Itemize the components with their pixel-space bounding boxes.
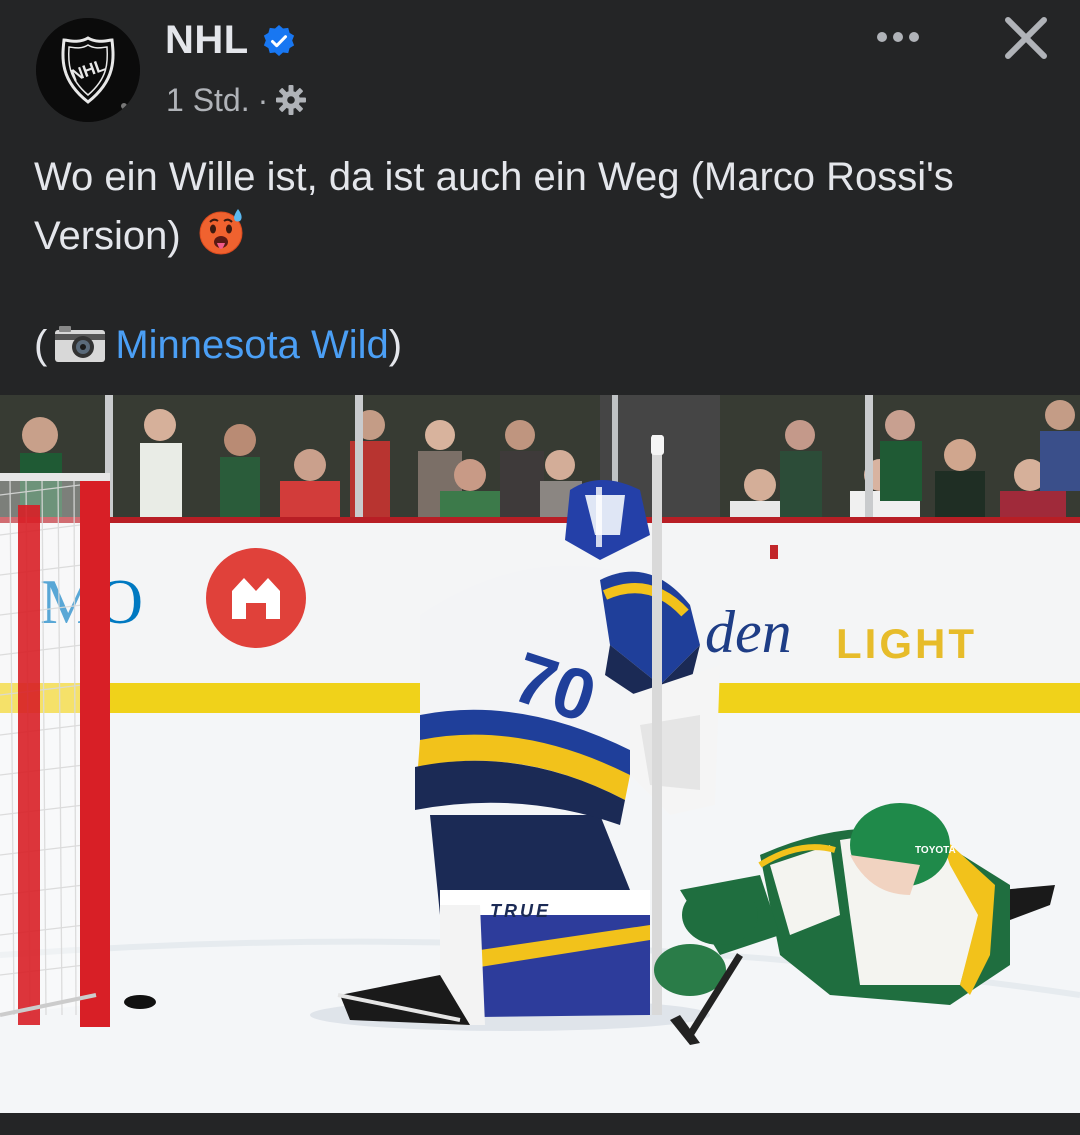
gear-icon [276, 85, 307, 115]
crowd [0, 395, 1080, 525]
caption-open: ( [34, 323, 48, 367]
more-dots-icon[interactable] [866, 20, 930, 54]
page-name[interactable]: NHL [165, 18, 249, 63]
caption-close: ) [388, 323, 403, 367]
minnesota-wild-link[interactable]: Minnesota Wild [115, 323, 388, 367]
board-right-text: den [705, 599, 792, 665]
camera-icon [55, 326, 106, 362]
hot-face-emoji-icon [199, 209, 243, 255]
post-meta: 1 Std. · [166, 80, 308, 120]
meta-separator: · [257, 81, 269, 118]
post-time[interactable]: 1 Std. [166, 82, 250, 119]
goal-net [0, 473, 110, 1027]
hockey-photo: MO den LIGHT [0, 395, 1080, 1113]
post-header: NHL NHL 1 Std. · [0, 0, 1080, 140]
puck [124, 995, 156, 1009]
close-icon[interactable] [998, 10, 1054, 66]
helmet-sponsor-text: TOYOTA [915, 845, 956, 856]
bottom-bar [0, 1113, 1080, 1135]
verified-badge-icon [263, 25, 295, 56]
photo-credit: ( Minnesota Wild) [34, 318, 402, 373]
post-message: Wo ein Wille ist, da ist auch ein Weg (M… [34, 150, 1054, 264]
board-light-text: LIGHT [836, 620, 977, 667]
avatar[interactable]: NHL [36, 18, 140, 122]
post-message-text: Wo ein Wille ist, da ist auch ein Weg (M… [34, 155, 954, 258]
post-photo[interactable]: MO den LIGHT [0, 395, 1080, 1113]
nhl-logo: NHL [36, 18, 140, 122]
pad-brand-text: TRUE [490, 901, 551, 921]
